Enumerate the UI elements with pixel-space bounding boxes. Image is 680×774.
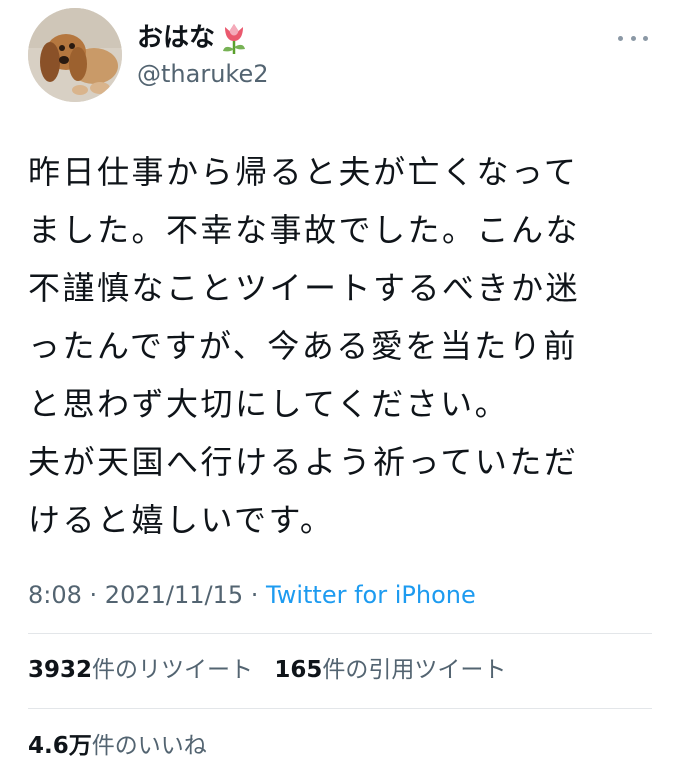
likes-stat[interactable]: 4.6万件のいいね: [28, 729, 207, 763]
tweet-text-line: 昨日仕事から帰ると夫が亡くなって: [28, 153, 579, 191]
retweets-count: 3932: [28, 657, 93, 683]
tweet-date[interactable]: 2021/11/15: [105, 581, 243, 609]
divider: [28, 708, 652, 709]
tweet-source-link[interactable]: Twitter for iPhone: [266, 581, 476, 609]
quote-tweets-count: 165: [274, 657, 323, 683]
divider: [28, 633, 652, 634]
retweets-label: 件のリツイート: [92, 657, 254, 683]
tweet-detail: おはな @tharuke2 昨日仕事から帰ると夫が亡くなって ました。不幸な事故…: [0, 0, 680, 774]
tweet-text: 昨日仕事から帰ると夫が亡くなって ました。不幸な事故でした。こんな 不謹慎なこと…: [28, 143, 638, 549]
quote-tweets-stat[interactable]: 165件の引用ツイート: [274, 653, 506, 687]
display-name: おはな: [137, 23, 216, 53]
quote-tweets-label: 件の引用ツイート: [322, 657, 507, 683]
engagement-stats-row: 3932件のリツイート 165件の引用ツイート: [28, 653, 520, 687]
display-name-row[interactable]: おはな: [137, 20, 249, 56]
dog-avatar-image: [28, 8, 122, 102]
tweet-text-line: ったんですが、今ある愛を当たり前: [28, 327, 578, 365]
tweet-metadata: 8:08 · 2021/11/15 · Twitter for iPhone: [28, 578, 476, 612]
tweet-text-line: 不謹慎なことツイートするべきか迷: [28, 269, 581, 307]
meta-separator: ·: [243, 581, 267, 609]
retweets-stat[interactable]: 3932件のリツイート: [28, 653, 253, 687]
likes-label: 件のいいね: [91, 733, 207, 759]
more-options-icon[interactable]: [618, 30, 648, 46]
tweet-text-line: けると嬉しいです。: [28, 501, 335, 539]
tulip-icon: [219, 21, 249, 55]
tweet-time[interactable]: 8:08: [28, 581, 82, 609]
user-handle[interactable]: @tharuke2: [137, 58, 268, 90]
tweet-text-line: と思わず大切にしてください。: [28, 385, 510, 423]
avatar[interactable]: [28, 8, 122, 102]
tweet-text-line: ました。不幸な事故でした。こんな: [28, 211, 581, 249]
likes-count: 4.6万: [28, 733, 92, 759]
likes-stats-row: 4.6万件のいいね: [28, 729, 221, 763]
meta-separator: ·: [81, 581, 105, 609]
tweet-text-line: 夫が天国へ行けるよう祈っていただ: [28, 443, 579, 481]
